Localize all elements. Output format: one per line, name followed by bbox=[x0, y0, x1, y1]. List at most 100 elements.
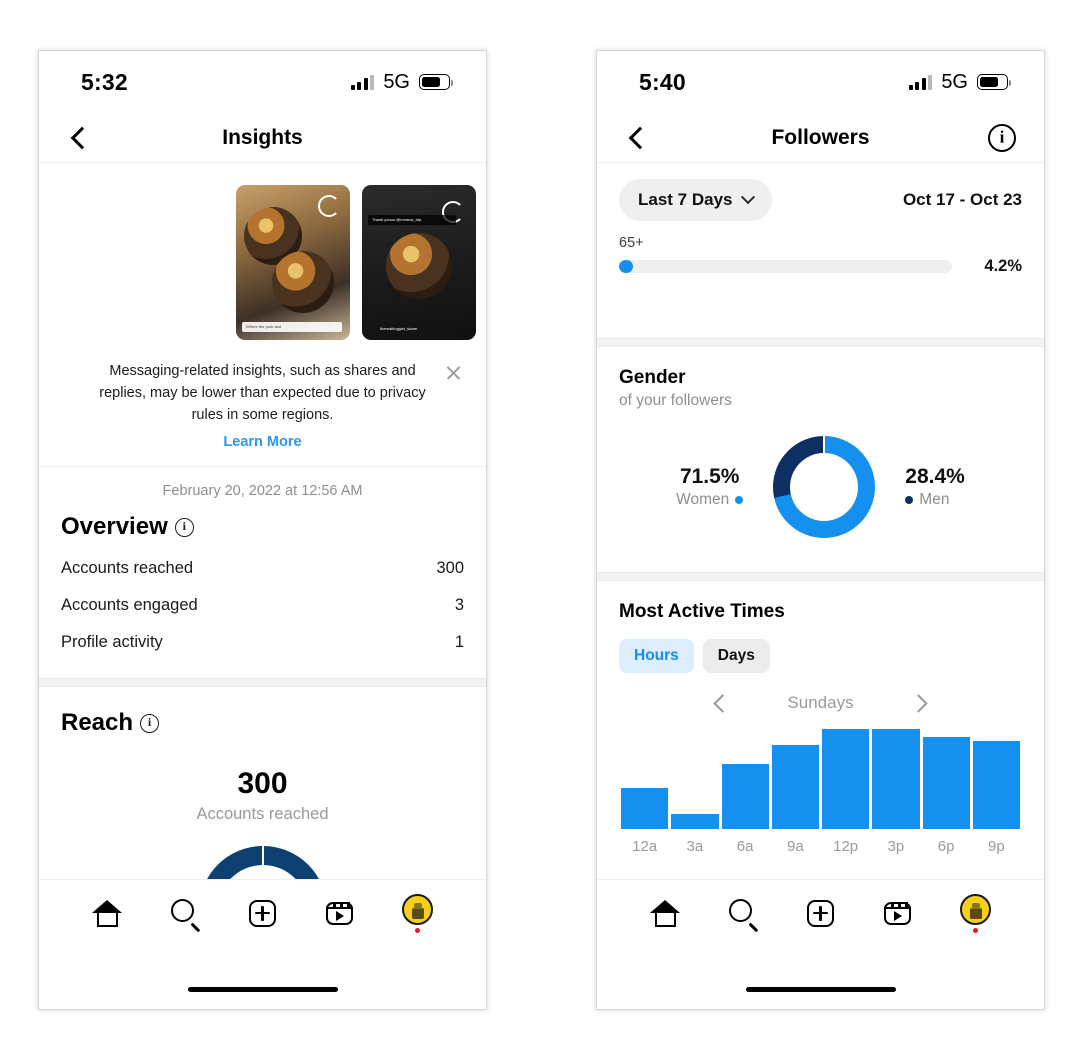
overview-row-profile-activity[interactable]: Profile activity 1 bbox=[61, 615, 464, 652]
age-percent: 4.2% bbox=[984, 257, 1022, 275]
story-thumbnail[interactable]: Where the pork and bbox=[236, 185, 350, 340]
tab-icons bbox=[597, 880, 1044, 933]
date-range-selector[interactable]: Last 7 Days bbox=[619, 179, 772, 221]
banner-message: Messaging-related insights, such as shar… bbox=[99, 363, 426, 424]
add-post-icon[interactable] bbox=[247, 898, 278, 929]
learn-more-link[interactable]: Learn More bbox=[97, 434, 428, 450]
info-icon[interactable] bbox=[174, 517, 194, 537]
story-thumbnail[interactable]: Thank youuu @momos_trip therealtinggist_… bbox=[362, 185, 476, 340]
food-photo bbox=[272, 251, 334, 313]
avatar bbox=[401, 894, 433, 925]
insights-scroll-body[interactable]: Where the pork and Thank youuu @momos_tr… bbox=[39, 163, 486, 941]
battery-icon bbox=[977, 74, 1011, 90]
most-active-times-section: Most Active Times Hours Days Sundays 12a… bbox=[597, 581, 1044, 855]
section-divider bbox=[597, 572, 1044, 581]
chart-bar bbox=[671, 813, 719, 829]
story-progress-ring-icon bbox=[318, 195, 340, 217]
tab-days[interactable]: Days bbox=[702, 639, 770, 673]
tab-icons bbox=[39, 880, 486, 933]
search-icon[interactable] bbox=[728, 898, 759, 932]
active-times-title: Most Active Times bbox=[619, 601, 785, 622]
status-indicators: 5G bbox=[350, 70, 453, 94]
phone-followers-screen: 5:40 5G Followers Last 7 Days Oct 17 - O… bbox=[596, 50, 1045, 1010]
chart-bar-column bbox=[922, 729, 970, 829]
info-icon[interactable] bbox=[988, 123, 1016, 152]
bottom-tab-bar-left bbox=[39, 879, 486, 1009]
avatar bbox=[959, 894, 991, 925]
chart-x-tick: 3p bbox=[887, 838, 905, 855]
privacy-notice-banner: Messaging-related insights, such as shar… bbox=[39, 350, 486, 466]
chart-x-tick: 3a bbox=[686, 838, 704, 855]
chart-bar bbox=[721, 763, 769, 829]
date-range-value: Oct 17 - Oct 23 bbox=[902, 190, 1022, 209]
chevron-down-icon bbox=[740, 190, 755, 205]
home-indicator bbox=[745, 986, 896, 992]
chart-bar bbox=[922, 736, 970, 829]
filter-bar: Last 7 Days Oct 17 - Oct 23 bbox=[597, 163, 1044, 235]
day-navigator: Sundays bbox=[619, 693, 1022, 713]
women-color-dot bbox=[735, 496, 744, 504]
chevron-right-icon[interactable] bbox=[908, 693, 928, 713]
tab-hours[interactable]: Hours bbox=[619, 639, 694, 673]
donut-gap bbox=[823, 436, 826, 454]
gender-donut-chart: 71.5% Women 28.4% Men bbox=[619, 436, 1022, 538]
chart-bar-column bbox=[822, 729, 870, 829]
home-icon[interactable] bbox=[650, 898, 681, 929]
men-percent: 28.4% bbox=[905, 465, 965, 488]
page-title: Insights bbox=[222, 125, 303, 149]
row-label: Accounts engaged bbox=[61, 596, 198, 615]
overview-heading: Overview bbox=[61, 513, 464, 541]
men-color-dot bbox=[905, 496, 914, 504]
overview-row-accounts-engaged[interactable]: Accounts engaged 3 bbox=[61, 578, 464, 615]
reach-heading: Reach bbox=[61, 709, 464, 737]
women-percent: 71.5% bbox=[679, 465, 740, 488]
gender-section: Gender of your followers 71.5% Women 28.… bbox=[597, 347, 1044, 538]
active-times-tabs: Hours Days bbox=[619, 639, 1022, 673]
status-bar-right: 5:40 5G bbox=[597, 51, 1044, 113]
info-icon[interactable] bbox=[140, 713, 160, 733]
chevron-left-icon[interactable] bbox=[713, 693, 733, 713]
gender-subtitle: of your followers bbox=[619, 392, 732, 409]
search-icon[interactable] bbox=[170, 898, 201, 932]
notification-dot bbox=[414, 927, 421, 933]
network-label: 5G bbox=[383, 70, 410, 93]
chart-bar bbox=[972, 740, 1020, 829]
chart-bar-column bbox=[972, 729, 1020, 829]
back-icon[interactable] bbox=[625, 127, 647, 149]
age-bar-fill bbox=[619, 260, 633, 273]
close-icon[interactable] bbox=[445, 364, 462, 381]
food-photo bbox=[386, 233, 452, 299]
current-day: Sundays bbox=[787, 693, 854, 712]
nav-bar-left: Insights bbox=[39, 113, 486, 163]
chart-bar bbox=[822, 729, 870, 829]
signal-bars-icon bbox=[350, 74, 375, 90]
chart-bar-column bbox=[621, 729, 669, 829]
battery-icon bbox=[419, 74, 453, 90]
overview-section: Overview Accounts reached 300 Accounts e… bbox=[39, 513, 486, 652]
chart-bar bbox=[771, 745, 819, 829]
reels-icon[interactable] bbox=[882, 898, 913, 929]
chart-bar-column bbox=[671, 729, 719, 829]
profile-avatar-icon[interactable] bbox=[959, 894, 991, 933]
row-value: 1 bbox=[454, 633, 464, 652]
overview-row-accounts-reached[interactable]: Accounts reached 300 bbox=[61, 541, 464, 578]
add-post-icon[interactable] bbox=[805, 898, 836, 929]
row-value: 300 bbox=[436, 559, 464, 578]
insights-date: February 20, 2022 at 12:56 AM bbox=[39, 466, 486, 513]
reach-value: 300 bbox=[237, 767, 288, 801]
gender-women-label: 71.5% Women bbox=[676, 465, 744, 509]
date-range-label: Last 7 Days bbox=[638, 190, 733, 209]
status-time: 5:32 bbox=[81, 68, 128, 95]
home-indicator bbox=[187, 986, 338, 992]
followers-scroll-body[interactable]: Last 7 Days Oct 17 - Oct 23 65+ 4.2% Gen… bbox=[597, 163, 1044, 941]
section-divider bbox=[39, 678, 486, 688]
chart-x-axis: 12a 3a 6a 9a 12p 3p 6p 9p bbox=[619, 838, 1022, 855]
profile-avatar-icon[interactable] bbox=[401, 894, 433, 933]
home-icon[interactable] bbox=[92, 898, 123, 929]
screenshot-stage: 5:32 5G Insights Where the pork and Than… bbox=[0, 0, 1080, 1051]
reels-icon[interactable] bbox=[324, 898, 355, 929]
back-icon[interactable] bbox=[67, 127, 89, 149]
notification-dot bbox=[972, 927, 979, 933]
women-name: Women bbox=[676, 491, 744, 509]
story-caption: Where the pork and bbox=[242, 322, 342, 332]
